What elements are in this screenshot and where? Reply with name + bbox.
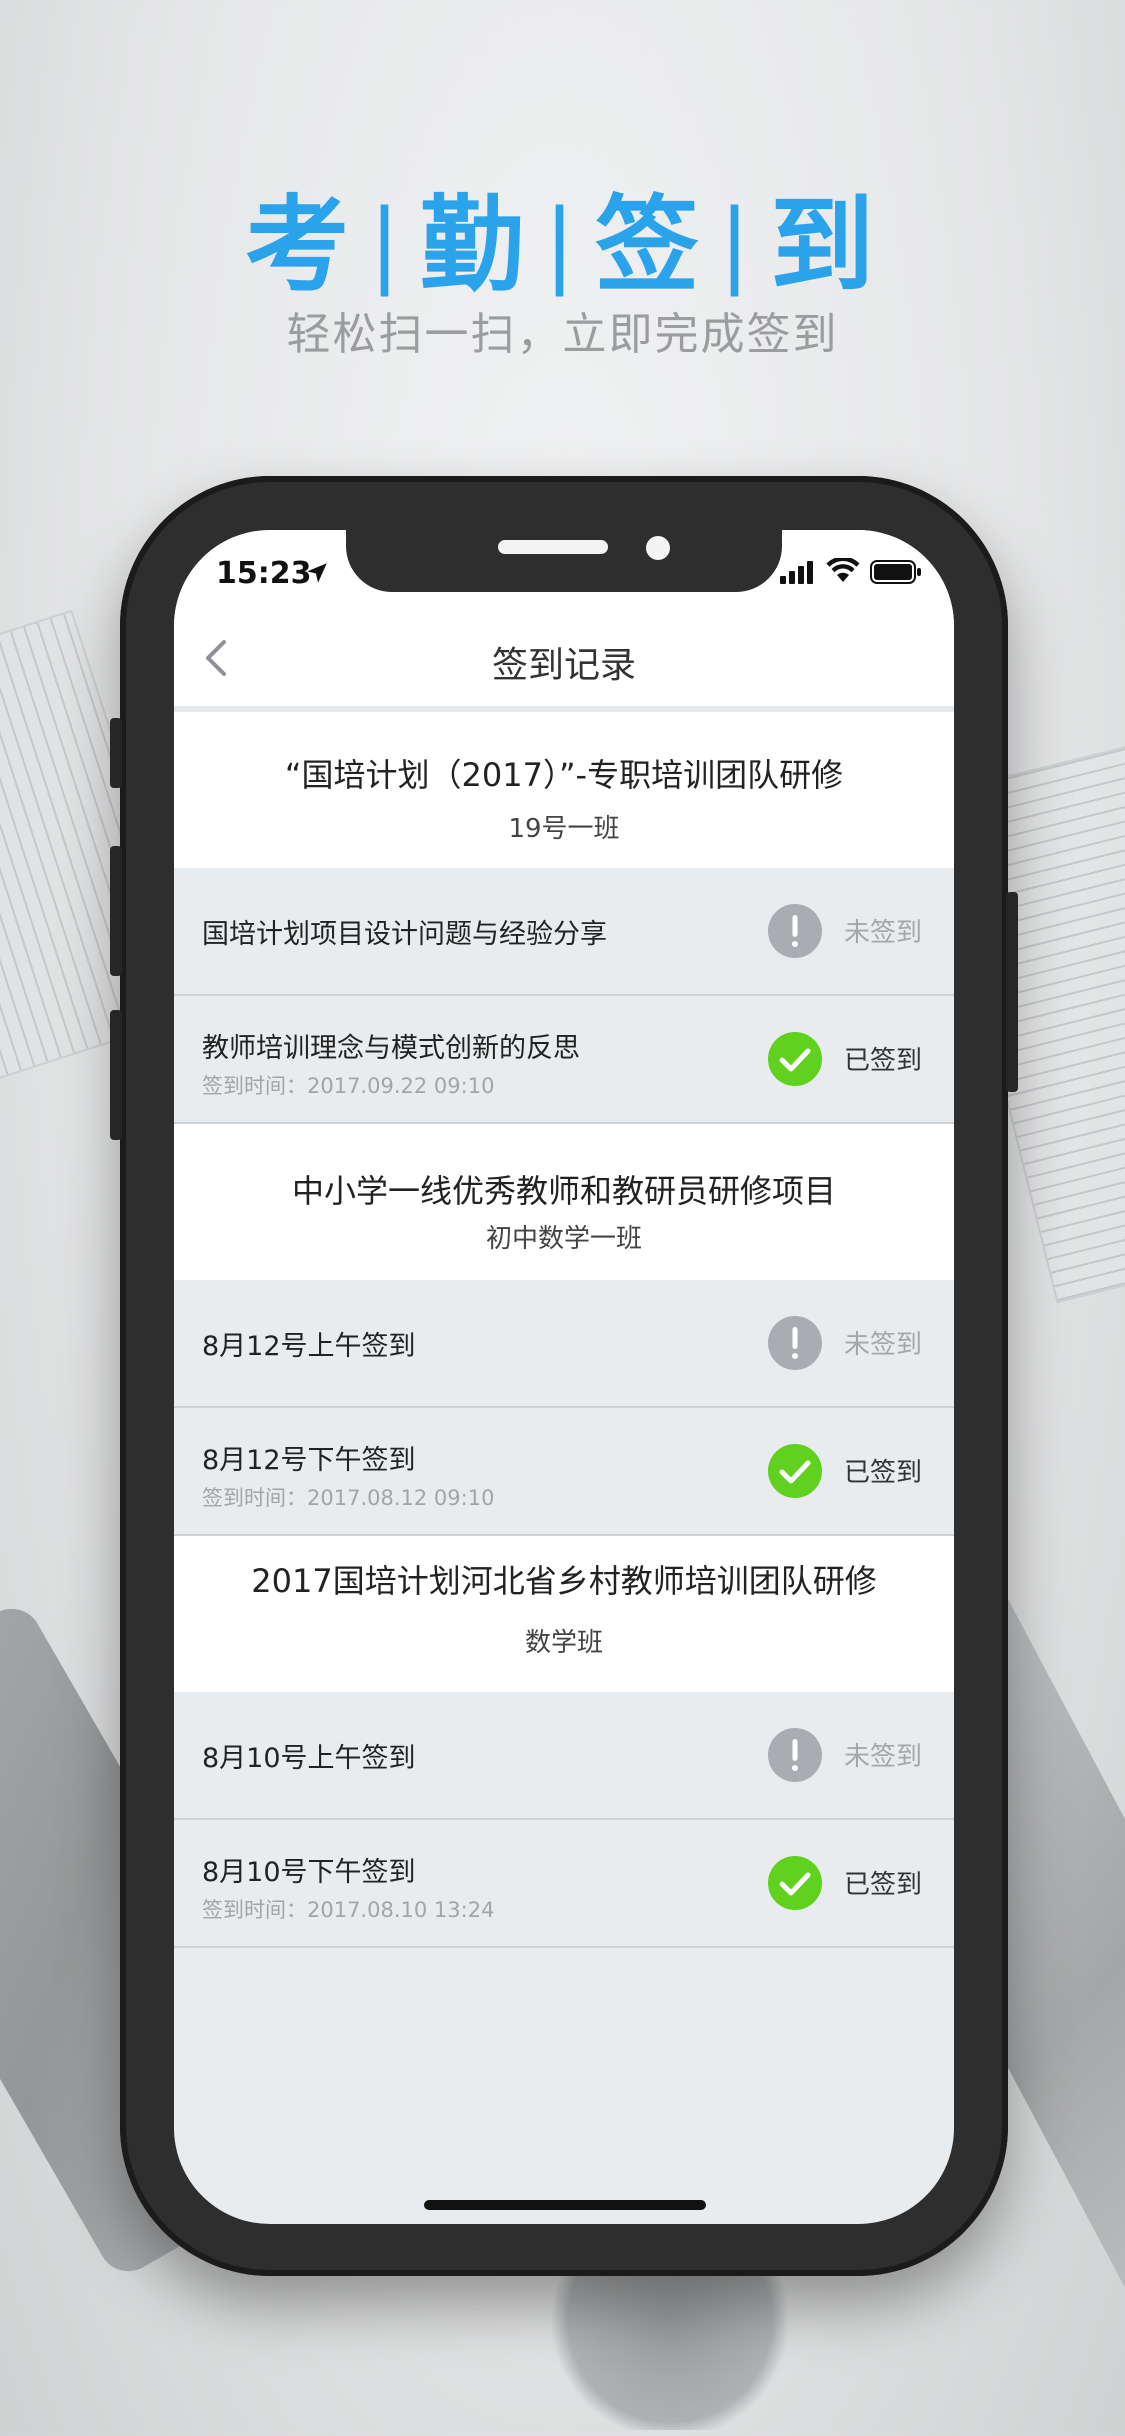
checkin-item-title: 8月10号下午签到 — [202, 1857, 416, 1888]
phone-volume-down — [110, 1010, 122, 1140]
checkin-item[interactable]: 8月12号上午签到 未签到 — [174, 1280, 954, 1408]
headline-char: 勤 — [419, 184, 530, 306]
project-title: “国培计划（2017）”-专职培训团队研修 — [284, 756, 844, 794]
project-title: 中小学一线优秀教师和教研员研修项目 — [291, 1172, 836, 1210]
phone-mute-switch — [110, 718, 122, 788]
project-class: 初中数学一班 — [485, 1224, 642, 1254]
promo-subline: 轻松扫一扫，立即完成签到 — [286, 309, 839, 360]
phone-volume-up — [110, 846, 122, 976]
checkin-status: 未签到 — [844, 918, 923, 948]
headline-separator: | — [719, 190, 757, 297]
wifi-icon — [826, 558, 860, 582]
checkin-item[interactable]: 教师培训理念与模式创新的反思 签到时间：2017.09.22 09:10 已签到 — [174, 996, 954, 1124]
status-time: 15:23 — [216, 556, 312, 591]
checkin-item[interactable]: 8月10号下午签到 签到时间：2017.08.10 13:24 已签到 — [174, 1820, 954, 1948]
cellular-signal-icon — [780, 561, 813, 584]
checkin-status: 未签到 — [844, 1742, 923, 1772]
exclamation-icon — [768, 1316, 822, 1370]
checkin-time: 签到时间：2017.08.10 13:24 — [202, 1898, 495, 1922]
checkin-item[interactable]: 国培计划项目设计问题与经验分享 未签到 — [174, 868, 954, 996]
exclamation-icon — [768, 904, 822, 958]
checkmark-icon — [768, 1032, 822, 1086]
checkin-status: 已签到 — [844, 1046, 923, 1076]
headline-char: 考 — [244, 184, 355, 306]
promo-headline: 考 | 勤 | 签 | 到 — [0, 160, 1125, 311]
checkin-record-list: “国培计划（2017）”-专职培训团队研修 19号一班 国培计划项目设计问题与经… — [174, 712, 954, 1948]
phone-screen: 15:23 签到记录 “国培计划（2017）”-专职培训团队研修 19号一班 国… — [174, 530, 954, 2224]
checkin-time: 签到时间：2017.08.12 09:10 — [202, 1486, 495, 1510]
checkin-time: 签到时间：2017.09.22 09:10 — [202, 1074, 495, 1098]
page-title: 签到记录 — [491, 645, 636, 686]
exclamation-icon — [768, 1728, 822, 1782]
checkin-item-title: 国培计划项目设计问题与经验分享 — [202, 919, 607, 950]
project-header: “国培计划（2017）”-专职培训团队研修 19号一班 — [174, 712, 954, 868]
checkmark-icon — [768, 1444, 822, 1498]
nav-bar: 签到记录 — [174, 610, 954, 712]
checkin-item-title: 8月12号下午签到 — [202, 1445, 416, 1476]
phone-notch — [346, 530, 782, 592]
battery-icon — [870, 560, 921, 584]
checkin-status: 已签到 — [844, 1870, 923, 1900]
headline-char: 到 — [770, 184, 881, 306]
headline-char: 签 — [595, 184, 706, 306]
checkmark-icon — [768, 1856, 822, 1910]
headline-separator: | — [544, 190, 581, 297]
earpiece-speaker — [498, 540, 608, 554]
location-arrow-icon — [307, 563, 327, 583]
project-header: 2017国培计划河北省乡村教师培训团队研修 数学班 — [174, 1536, 954, 1692]
phone-power-button — [1006, 892, 1018, 1092]
checkin-item-title: 8月12号上午签到 — [202, 1331, 416, 1362]
checkin-item-title: 8月10号上午签到 — [202, 1743, 416, 1774]
front-camera — [646, 536, 670, 560]
checkin-item-title: 教师培训理念与模式创新的反思 — [202, 1033, 580, 1064]
checkin-status: 已签到 — [844, 1458, 923, 1488]
checkin-status: 未签到 — [844, 1330, 923, 1360]
checkin-item[interactable]: 8月10号上午签到 未签到 — [174, 1692, 954, 1820]
project-header: 中小学一线优秀教师和教研员研修项目 初中数学一班 — [174, 1124, 954, 1280]
project-class: 数学班 — [524, 1628, 603, 1658]
project-title: 2017国培计划河北省乡村教师培训团队研修 — [251, 1562, 877, 1600]
home-indicator[interactable] — [424, 2200, 706, 2210]
project-class: 19号一班 — [508, 814, 620, 844]
checkin-item[interactable]: 8月12号下午签到 签到时间：2017.08.12 09:10 已签到 — [174, 1408, 954, 1536]
headline-separator: | — [368, 190, 406, 297]
